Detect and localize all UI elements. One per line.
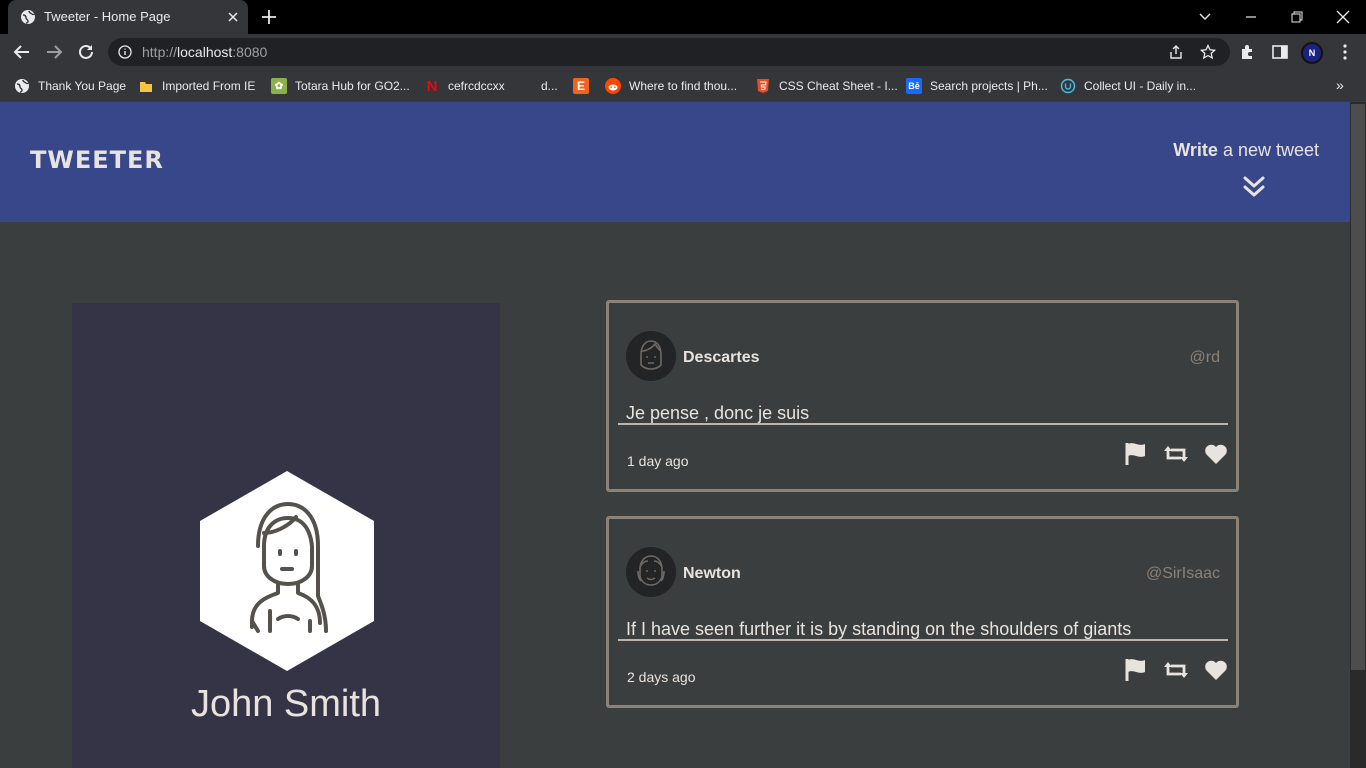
- bookmark-etsy[interactable]: E: [573, 77, 597, 95]
- browser-tab[interactable]: Tweeter - Home Page: [8, 0, 248, 34]
- info-icon[interactable]: [118, 45, 132, 59]
- address-bar[interactable]: http://localhost:8080: [108, 38, 1230, 66]
- chevron-down-icon: [1199, 13, 1211, 20]
- tweet-author[interactable]: Newton: [683, 565, 741, 583]
- url-host: localhost: [177, 44, 233, 60]
- tab-strip: Tweeter - Home Page: [0, 0, 1366, 34]
- tweet-author[interactable]: Descartes: [683, 349, 760, 367]
- html5-icon: [757, 79, 769, 93]
- bookmark-label: cefrcdccxx: [448, 79, 505, 93]
- tweet-card: Descartes @rd Je pense , donc je suis 1 …: [606, 300, 1239, 492]
- behance-icon: Bē: [906, 78, 922, 94]
- tweet-handle[interactable]: @rd: [1190, 349, 1220, 367]
- compose-label: a new tweet: [1217, 140, 1319, 160]
- profile-avatar[interactable]: N: [1301, 42, 1323, 64]
- minimize-icon: [1246, 16, 1256, 18]
- heart-icon[interactable]: [1203, 441, 1229, 467]
- netflix-icon: N: [426, 77, 438, 95]
- bookmark-collect-ui[interactable]: Collect UI - Daily in...: [1060, 77, 1196, 95]
- arrow-left-icon: [13, 45, 29, 59]
- compose-toggle[interactable]: Write a new tweet: [1173, 140, 1319, 161]
- etsy-icon: E: [573, 78, 589, 94]
- tweet-text: Je pense , donc je suis: [626, 403, 810, 423]
- bookmarks-overflow-button[interactable]: »: [1336, 77, 1344, 93]
- tweet-timestamp: 1 day ago: [627, 453, 689, 469]
- tweet-card: Newton @SirIsaac If I have seen further …: [606, 516, 1239, 708]
- side-panel-icon[interactable]: [1271, 43, 1289, 61]
- flag-icon[interactable]: [1123, 657, 1149, 683]
- bookmark-label: Collect UI - Daily in...: [1084, 79, 1197, 93]
- bookmark-label: Thank You Page: [38, 79, 127, 93]
- tweet-text: If I have seen further it is by standing…: [626, 619, 1132, 639]
- reload-button[interactable]: [73, 39, 99, 65]
- totara-icon: ✿: [271, 78, 287, 94]
- page-scrollbar[interactable]: [1350, 102, 1366, 768]
- heart-icon[interactable]: [1203, 657, 1229, 683]
- profile-avatar-hexagon: [200, 471, 374, 671]
- new-tab-icon[interactable]: [258, 6, 280, 28]
- bookmark-label: Search projects | Ph...: [930, 79, 1048, 93]
- bookmark-label: d...: [541, 79, 558, 93]
- minimize-button[interactable]: [1228, 0, 1274, 34]
- bookmark-label: Totara Hub for GO2...: [295, 79, 410, 93]
- bookmark-imported-from-ie[interactable]: Imported From IE: [138, 77, 255, 95]
- double-chevron-down-icon[interactable]: [1242, 175, 1266, 199]
- compose-bold-label: Write: [1173, 140, 1218, 160]
- bookmark-label: Imported From IE: [162, 79, 256, 93]
- url-scheme: http://: [142, 44, 178, 60]
- bookmark-d[interactable]: d...: [517, 77, 558, 95]
- bookmark-where-to-find[interactable]: Where to find thou...: [605, 77, 737, 95]
- bookmark-totara-hub[interactable]: ✿ Totara Hub for GO2...: [271, 77, 410, 95]
- reddit-icon: [605, 78, 621, 94]
- bookmark-thank-you-page[interactable]: Thank You Page: [14, 77, 126, 95]
- site-header: TWEETER Write a new tweet: [0, 102, 1350, 222]
- collectui-icon: [1060, 78, 1076, 94]
- retweet-icon[interactable]: [1163, 441, 1189, 467]
- author-avatar: [626, 331, 676, 381]
- profile-card: John Smith: [72, 303, 500, 768]
- bookmark-cefrcdccxx[interactable]: N cefrcdccxx: [424, 77, 505, 95]
- profile-name: John Smith: [190, 683, 382, 725]
- bookmark-label: Where to find thou...: [629, 79, 738, 93]
- site-logo[interactable]: TWEETER: [30, 146, 164, 174]
- reload-icon: [79, 44, 93, 59]
- back-button[interactable]: [9, 39, 35, 65]
- restore-icon: [1291, 11, 1303, 23]
- flag-icon[interactable]: [1123, 441, 1149, 467]
- tweet-timestamp: 2 days ago: [627, 669, 696, 685]
- bookmarks-bar: Thank You Page Imported From IE ✿ Totara…: [0, 70, 1366, 102]
- close-icon: [1336, 10, 1350, 24]
- tab-title: Tweeter - Home Page: [44, 9, 171, 24]
- browser-toolbar: http://localhost:8080 N: [0, 34, 1366, 70]
- menu-icon[interactable]: [1336, 43, 1354, 61]
- close-window-button[interactable]: [1320, 0, 1366, 34]
- star-icon[interactable]: [1200, 44, 1216, 60]
- close-tab-icon[interactable]: [224, 8, 242, 26]
- author-avatar: [626, 547, 676, 597]
- blank-icon: [517, 78, 533, 94]
- bookmark-search-projects[interactable]: Bē Search projects | Ph...: [906, 77, 1048, 95]
- tweet-divider: [618, 423, 1228, 425]
- tweet-divider: [618, 639, 1228, 641]
- page-viewport: TWEETER Write a new tweet John Smith Des…: [0, 102, 1350, 768]
- share-icon[interactable]: [1168, 44, 1184, 60]
- retweet-icon[interactable]: [1163, 657, 1189, 683]
- scrollbar-thumb[interactable]: [1351, 104, 1365, 670]
- forward-button[interactable]: [41, 39, 67, 65]
- globe-icon: [15, 79, 29, 93]
- extensions-icon[interactable]: [1239, 43, 1257, 61]
- globe-icon: [21, 10, 35, 24]
- url-port: :8080: [232, 44, 268, 60]
- restore-button[interactable]: [1274, 0, 1320, 34]
- tweet-handle[interactable]: @SirIsaac: [1146, 565, 1220, 583]
- bookmark-label: CSS Cheat Sheet - I...: [779, 79, 898, 93]
- arrow-right-icon: [47, 45, 63, 59]
- folder-icon: [140, 82, 152, 92]
- tab-search-button[interactable]: [1182, 0, 1228, 34]
- url-text[interactable]: http://localhost:8080: [142, 44, 267, 60]
- bookmark-css-cheat-sheet[interactable]: CSS Cheat Sheet - I...: [755, 77, 898, 95]
